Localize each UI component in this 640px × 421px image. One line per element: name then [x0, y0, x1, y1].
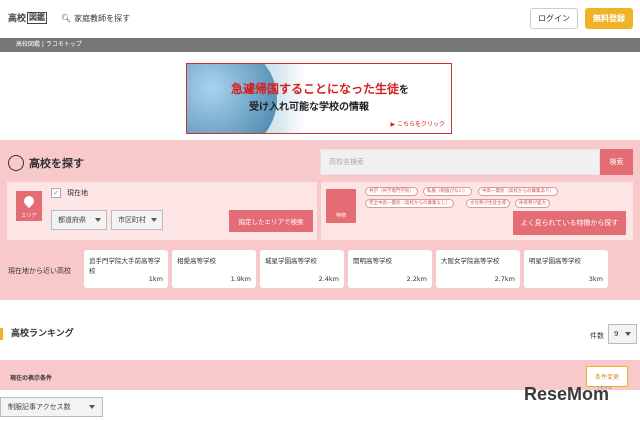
feature-tag[interactable]: 完全中高一貫校（高校からの募集なし） [365, 199, 454, 208]
chevron-down-icon [151, 218, 157, 222]
logo-box: 図鑑 [27, 11, 48, 24]
search-tutor-link[interactable]: 🔍︎ 家庭教師を探す [61, 13, 130, 24]
banner-line1: 急遽帰国することになった生徒を [231, 82, 410, 96]
section-title: 高校を探す [8, 155, 84, 171]
school-distance: 3km [588, 275, 603, 283]
nearby-school-card[interactable]: 追手門学院大手前高等学校 1km [84, 250, 168, 288]
current-location-checkbox[interactable]: ✓ [51, 188, 61, 198]
feature-tag[interactable]: 共学（共学専門学校） [365, 187, 418, 196]
search-tutor-label: 家庭教師を探す [74, 14, 131, 23]
banner-cta[interactable]: ▶ こちらをクリック [390, 119, 445, 128]
area-search-button[interactable]: 指定したエリアで検索 [229, 210, 313, 232]
ranking-title: 高校ランキング [0, 328, 74, 340]
feature-tag[interactable]: 体育祭が盛大 [515, 199, 550, 208]
login-button[interactable]: ログイン [530, 8, 578, 29]
search-icon: 🔍︎ [61, 14, 72, 23]
nearby-schools-label: 現在地から近い高校 [8, 267, 71, 275]
school-distance: 2.4km [318, 275, 339, 283]
current-location-label: 現在地 [67, 189, 88, 197]
nearby-school-card[interactable]: 城星学園高等学校 2.4km [260, 250, 344, 288]
chevron-down-icon [95, 218, 101, 222]
school-distance: 2.2km [406, 275, 427, 283]
person-search-icon [8, 155, 24, 171]
school-distance: 1.9km [230, 275, 251, 283]
chevron-down-icon [625, 332, 631, 336]
school-distance: 2.7km [494, 275, 515, 283]
header: 高校 図鑑 🔍︎ 家庭教師を探す ログイン 無料登録 [0, 0, 640, 38]
feature-tag[interactable]: 私服（制服がない） [423, 187, 472, 196]
nearby-school-card[interactable]: 明星学園高等学校 3km [524, 250, 608, 288]
school-name: 明星学園高等学校 [529, 257, 581, 265]
nearby-school-card[interactable]: 開明高等学校 2.2km [348, 250, 432, 288]
map-pin-icon [21, 193, 37, 209]
sort-select[interactable]: 制服記事アクセス数 [0, 397, 103, 417]
school-name-search-input[interactable]: 高校名検索 [320, 149, 600, 175]
count-select[interactable]: 9 [608, 324, 637, 344]
breadcrumb[interactable]: 高校図鑑 | ラコモトップ [0, 38, 640, 52]
search-button[interactable]: 検索 [600, 149, 633, 175]
school-name: 大阪女学院高等学校 [441, 257, 500, 265]
conditions-label: 現在の表示条件 [10, 375, 53, 382]
school-name: 追手門学院大手前高等学校 [89, 257, 161, 275]
area-search-panel: エリア ✓ 現在地 都道府県 市区町村 指定したエリアで検索 [7, 182, 317, 240]
nearby-school-card[interactable]: 大阪女学院高等学校 2.7km [436, 250, 520, 288]
school-name: 相愛高等学校 [177, 257, 216, 265]
nearby-school-card[interactable]: 相愛高等学校 1.9km [172, 250, 256, 288]
prefecture-select[interactable]: 都道府県 [51, 210, 107, 230]
return-student-banner[interactable]: 急遽帰国することになった生徒を 受け入れ可能な学校の情報 ▶ こちらをクリック [186, 63, 452, 134]
section-title-text: 高校を探す [29, 157, 84, 170]
feature-tag[interactable]: 中高一貫校（高校からの募集あり） [478, 187, 558, 196]
logo-text: 高校 [8, 14, 27, 24]
city-select[interactable]: 市区町村 [111, 210, 163, 230]
area-badge-label: エリア [21, 213, 37, 219]
school-name: 城星学園高等学校 [265, 257, 317, 265]
feature-badge: 特徴 [326, 189, 356, 223]
area-badge: エリア [16, 191, 42, 221]
feature-tag[interactable]: 文化祭が生徒主導 [466, 199, 510, 208]
school-distance: 1km [148, 275, 163, 283]
popular-feature-search-button[interactable]: よく見られている特徴から探す [513, 211, 626, 235]
resemom-watermark-sub: リセマム [596, 385, 612, 390]
school-name: 開明高等学校 [353, 257, 392, 265]
site-logo[interactable]: 高校 図鑑 [8, 11, 48, 24]
register-button[interactable]: 無料登録 [585, 8, 633, 29]
chevron-down-icon [89, 405, 95, 409]
banner-line2: 受け入れ可能な学校の情報 [249, 102, 369, 113]
count-label: 件数 [590, 332, 604, 340]
